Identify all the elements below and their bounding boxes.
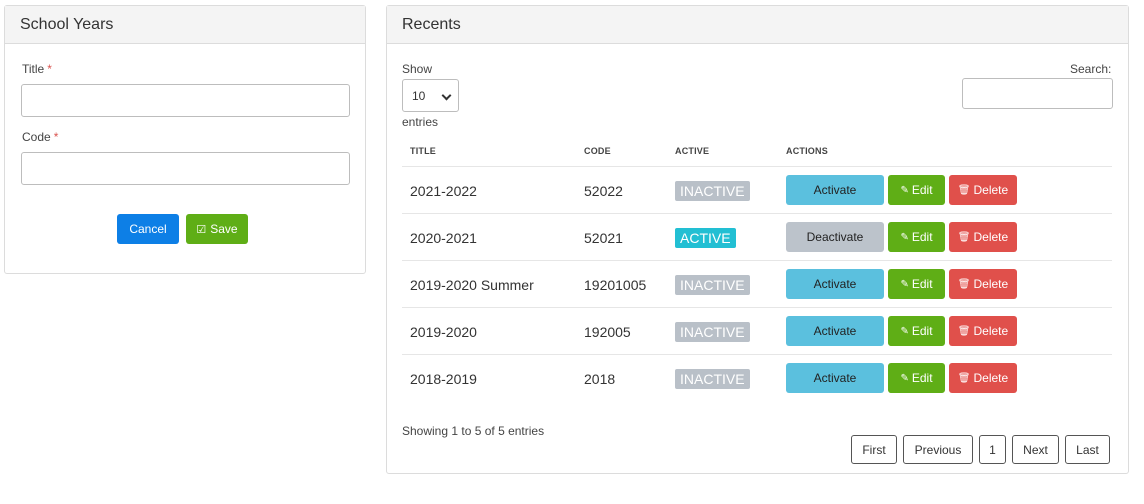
code-label: Code * <box>22 130 59 144</box>
page-size-select[interactable]: 10 <box>402 79 459 112</box>
pagination-previous[interactable]: Previous <box>903 435 973 464</box>
panel-header: School Years <box>5 6 365 44</box>
edit-icon: ✎ <box>900 278 909 290</box>
activate-button[interactable]: Activate <box>786 175 884 205</box>
edit-button[interactable]: ✎ Edit <box>888 175 945 205</box>
trash-icon: 🗑 <box>957 325 971 337</box>
row-title: 2019-2020 Summer <box>410 276 534 293</box>
column-header-active: ACTIVE <box>675 146 710 156</box>
edit-button[interactable]: ✎ Edit <box>888 316 945 346</box>
activate-button[interactable]: Activate <box>786 316 884 346</box>
pagination-last[interactable]: Last <box>1065 435 1110 464</box>
status-badge: INACTIVE <box>675 368 750 389</box>
status-cell: INACTIVE <box>675 355 750 402</box>
table-row: 2020-2021 52021 ACTIVE Deactivate ✎ Edit … <box>402 213 1112 260</box>
pagination-first[interactable]: First <box>851 435 897 464</box>
status-cell: ACTIVE <box>675 214 736 261</box>
entries-label: entries <box>402 115 439 129</box>
status-badge: INACTIVE <box>675 180 750 201</box>
required-mark: * <box>53 130 59 144</box>
row-title: 2019-2020 <box>410 323 477 340</box>
required-mark: * <box>47 62 52 76</box>
chevron-down-icon <box>441 90 452 101</box>
row-title: 2021-2022 <box>410 182 477 199</box>
deactivate-button[interactable]: Deactivate <box>786 222 884 252</box>
column-header-code: CODE <box>584 146 611 156</box>
row-code: 19201005 <box>584 276 647 293</box>
edit-icon: ✎ <box>900 325 909 337</box>
edit-icon: ✎ <box>900 184 909 196</box>
row-code: 2018 <box>584 370 616 387</box>
trash-icon: 🗑 <box>957 184 971 196</box>
show-label: Show <box>402 62 433 76</box>
check-square-icon: ☑ <box>196 223 207 236</box>
row-code: 192005 <box>584 323 631 340</box>
edit-button[interactable]: ✎ Edit <box>888 363 945 393</box>
status-badge: ACTIVE <box>675 227 736 248</box>
delete-button[interactable]: 🗑 Delete <box>949 363 1017 393</box>
column-header-actions: ACTIONS <box>786 146 828 156</box>
search-input[interactable] <box>962 78 1113 109</box>
row-title: 2020-2021 <box>410 229 477 246</box>
delete-button[interactable]: 🗑 Delete <box>949 222 1017 252</box>
status-cell: INACTIVE <box>675 167 750 214</box>
school-years-panel: School Years Title * Code * Cancel ☑ Save <box>4 5 366 274</box>
edit-icon: ✎ <box>900 372 909 384</box>
edit-button[interactable]: ✎ Edit <box>888 269 945 299</box>
trash-icon: 🗑 <box>957 278 971 290</box>
table-row: 2018-2019 2018 INACTIVE Activate ✎ Edit 🗑… <box>402 354 1112 401</box>
panel-header: Recents <box>387 6 1128 44</box>
activate-button[interactable]: Activate <box>786 269 884 299</box>
edit-icon: ✎ <box>900 231 909 243</box>
status-cell: INACTIVE <box>675 308 750 355</box>
table-row: 2019-2020 Summer 19201005 INACTIVE Activ… <box>402 260 1112 307</box>
panel-title: School Years <box>20 15 114 33</box>
status-cell: INACTIVE <box>675 261 750 308</box>
column-header-title: TITLE <box>410 146 436 156</box>
activate-button[interactable]: Activate <box>786 363 884 393</box>
edit-button[interactable]: ✎ Edit <box>888 222 945 252</box>
table-info: Showing 1 to 5 of 5 entries <box>402 424 545 438</box>
row-code: 52022 <box>584 182 623 199</box>
table-row: 2019-2020 192005 INACTIVE Activate ✎ Edit… <box>402 307 1112 354</box>
row-title: 2018-2019 <box>410 370 477 387</box>
recents-panel: Recents Show 10 entries Search: TITLE CO… <box>386 5 1129 474</box>
pagination-page-1[interactable]: 1 <box>979 435 1006 464</box>
trash-icon: 🗑 <box>957 231 971 243</box>
cancel-button[interactable]: Cancel <box>117 214 179 244</box>
code-input[interactable] <box>21 152 350 185</box>
delete-button[interactable]: 🗑 Delete <box>949 175 1017 205</box>
row-code: 52021 <box>584 229 623 246</box>
delete-button[interactable]: 🗑 Delete <box>949 269 1017 299</box>
status-badge: INACTIVE <box>675 321 750 342</box>
title-input[interactable] <box>21 84 350 117</box>
title-label: Title * <box>22 62 52 76</box>
search-label: Search: <box>1070 62 1112 76</box>
trash-icon: 🗑 <box>957 372 971 384</box>
panel-title: Recents <box>402 15 461 33</box>
status-badge: INACTIVE <box>675 274 750 295</box>
delete-button[interactable]: 🗑 Delete <box>949 316 1017 346</box>
table-row: 2021-2022 52022 INACTIVE Activate ✎ Edit … <box>402 166 1112 213</box>
pagination-next[interactable]: Next <box>1012 435 1059 464</box>
save-button[interactable]: ☑ Save <box>186 214 248 244</box>
